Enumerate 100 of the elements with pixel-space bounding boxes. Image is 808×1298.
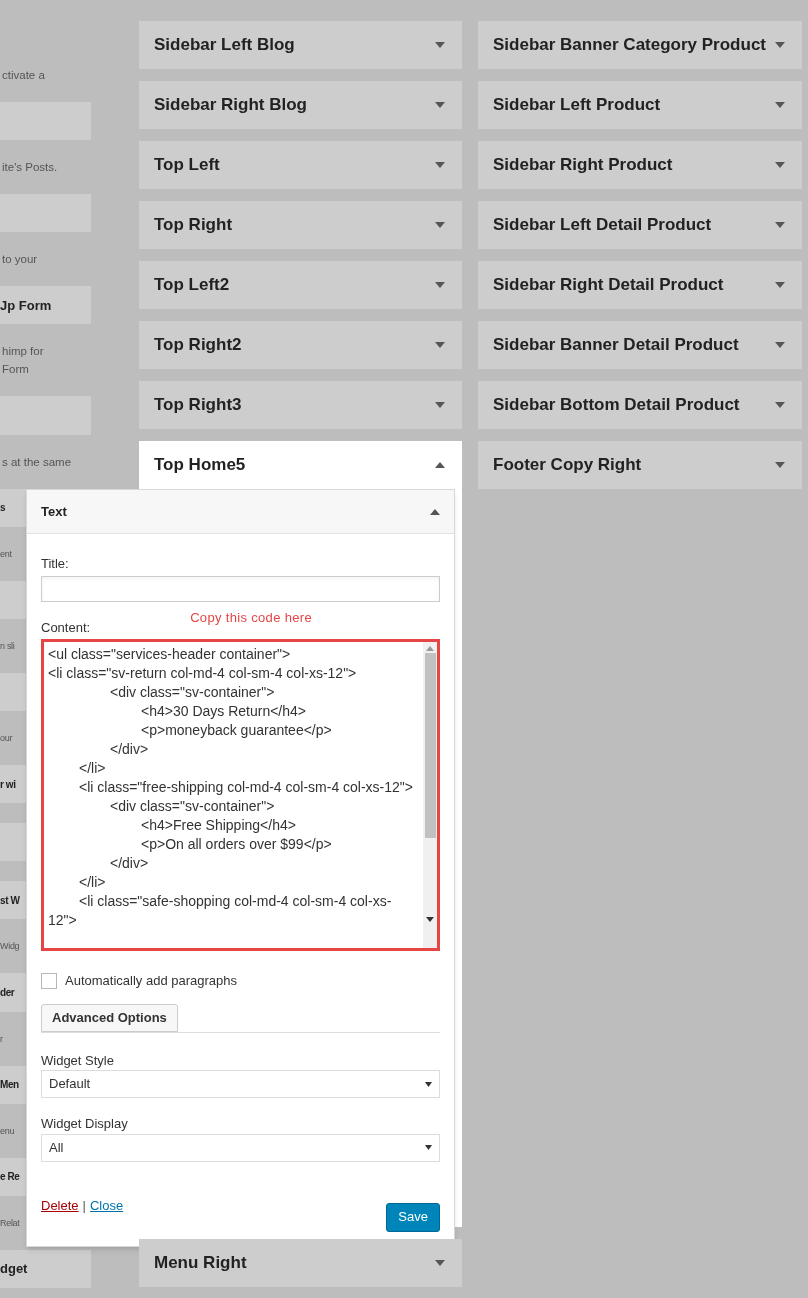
widget-area-title: Sidebar Banner Detail Product: [493, 334, 739, 357]
widget-tile[interactable]: Men: [0, 1065, 26, 1104]
widget-area-header[interactable]: Top Right: [139, 201, 462, 249]
advanced-options-button[interactable]: Advanced Options: [41, 1003, 178, 1032]
widget-area-title: Sidebar Left Blog: [154, 34, 295, 57]
caret-down-icon: [435, 282, 445, 288]
widget-area-header[interactable]: Sidebar Banner Detail Product: [478, 321, 802, 369]
caret-up-icon: [435, 462, 445, 468]
caret-down-icon: [435, 1260, 445, 1266]
widget-description: n sli: [0, 639, 16, 653]
widget-title: der: [0, 985, 15, 1000]
widget-area-header[interactable]: Sidebar Bottom Detail Product: [478, 381, 802, 429]
field-label: Title:: [41, 555, 70, 573]
caret-down-icon: [435, 342, 445, 348]
widget-tile[interactable]: [0, 580, 26, 619]
widget-title: s: [0, 501, 6, 516]
caret-down-icon: [775, 402, 785, 408]
widget-area-header[interactable]: Top Right3: [139, 381, 462, 429]
scroll-up-icon[interactable]: [426, 646, 434, 651]
close-link[interactable]: Close: [89, 1195, 124, 1215]
field-label: Widget Style: [41, 1051, 115, 1070]
widget-area-title: Footer Copy Right: [493, 454, 642, 477]
widget-area-header[interactable]: Sidebar Right Blog: [139, 81, 462, 129]
widget-description: ent: [0, 547, 13, 561]
widget-area-title: Sidebar Right Detail Product: [493, 274, 724, 297]
widget-tile[interactable]: e Re: [0, 1157, 26, 1196]
widget-area-header[interactable]: Top Left: [139, 141, 462, 189]
scroll-down-icon[interactable]: [426, 917, 434, 922]
widget-tile[interactable]: r wi: [0, 765, 26, 804]
widget-description: r: [0, 1032, 4, 1046]
widget-description: s at the same: [1, 454, 73, 470]
widget-title: Text: [41, 502, 67, 521]
caret-down-icon: [775, 42, 785, 48]
separator: |: [82, 1196, 86, 1215]
scrollbar[interactable]: [423, 642, 437, 948]
save-button[interactable]: Save: [386, 1202, 440, 1232]
widget-area-header[interactable]: Top Left2: [139, 261, 462, 309]
dropdown[interactable]: All: [41, 1133, 440, 1162]
widget-title: Jp Form: [0, 296, 52, 315]
caret-down-icon: [435, 402, 445, 408]
widget-area-header[interactable]: Top Right2: [139, 321, 462, 369]
widget-area-title: Sidebar Left Detail Product: [493, 214, 712, 237]
widget-area-title: Sidebar Right Product: [493, 154, 673, 177]
widget-area-header[interactable]: Menu Right: [139, 1239, 462, 1287]
field-label: Content:: [41, 618, 91, 637]
widget-description: our: [0, 732, 14, 745]
field-label: Widget Display: [41, 1115, 129, 1133]
widget-area-title: Sidebar Right Blog: [154, 94, 307, 117]
checkbox[interactable]: [41, 972, 57, 989]
widget-area-header[interactable]: Footer Copy Right: [478, 441, 802, 489]
widget-description: to your: [1, 252, 39, 268]
caret-down-icon: [775, 102, 785, 108]
caret-down-icon: [775, 342, 785, 348]
widget-area-header[interactable]: Top Home5: [139, 441, 462, 489]
dropdown[interactable]: Default: [41, 1070, 440, 1098]
caret-down-icon: [435, 42, 445, 48]
widget-area-title: Sidebar Banner Category Product: [493, 34, 766, 57]
widget-tile[interactable]: [0, 823, 26, 862]
widget-title: Men: [0, 1078, 19, 1093]
widget-description: Relat: [0, 1216, 21, 1230]
widget-description: himp for Form: [1, 344, 45, 378]
widget-area-title: Top Home5: [154, 454, 246, 477]
widget-tile[interactable]: s: [0, 488, 26, 527]
widget-area-title: Menu Right: [154, 1252, 247, 1275]
widget-area-title: Sidebar Left Product: [493, 94, 661, 117]
caret-down-icon: [435, 162, 445, 168]
widget-area-header[interactable]: Sidebar Right Detail Product: [478, 261, 802, 309]
caret-down-icon: [435, 102, 445, 108]
delete-link[interactable]: Delete: [41, 1195, 79, 1215]
widget-area-header[interactable]: Sidebar Left Detail Product: [478, 201, 802, 249]
widget-tile[interactable]: [0, 672, 26, 711]
widget-area-title: Top Right: [154, 214, 233, 237]
widget-area-header[interactable]: Sidebar Right Product: [478, 141, 802, 189]
widget-title: e Re: [0, 1170, 20, 1185]
widget-area-header[interactable]: Sidebar Banner Category Product: [478, 21, 802, 69]
widget-tile[interactable]: st W: [0, 881, 26, 920]
widget-area-title: Sidebar Bottom Detail Product: [493, 394, 740, 417]
widget-tile[interactable]: der: [0, 973, 26, 1012]
widget-area-header[interactable]: Sidebar Left Blog: [139, 21, 462, 69]
content-text-area[interactable]: <ul class="services-header container"> <li class="sv-return col-md-4 col-sm-4 col-xs-12"> <div class="sv-container"> <h4>30 Days Return</h4> <p>moneyback guarantee</p> </div> </li> <li class="free-shipping col-md-4 col-sm-4 col-xs-12"> <div class="sv-container"> <h4>Free Shipping</h4> <p>On all orders over $99</p> </div> </li> <li class="safe-shopping col-md-4 col-sm-4 col-xs-12">: [41, 639, 440, 951]
caret-down-icon: [435, 222, 445, 228]
widget-area-title: Top Left: [154, 154, 220, 177]
title-input-field[interactable]: [41, 575, 440, 602]
widget-area-header[interactable]: Sidebar Left Product: [478, 81, 802, 129]
widget-tile[interactable]: dget: [0, 1249, 91, 1288]
caret-down-icon: [775, 222, 785, 228]
widget-title: st W: [0, 893, 20, 908]
caret-up-icon: [430, 508, 440, 515]
widget-title: r wi: [0, 777, 16, 792]
widget-area-title: Top Right2: [154, 334, 242, 357]
caret-down-icon: [775, 162, 785, 168]
annotation-text: Copy this code here: [190, 608, 312, 627]
widget-header[interactable]: Text: [27, 490, 454, 534]
widget-description: ctivate a: [1, 68, 46, 83]
widget-description: ite's Posts.: [1, 160, 59, 176]
caret-down-icon: [775, 462, 785, 468]
widget-area-title: Top Right3: [154, 394, 242, 417]
caret-down-icon: [425, 1145, 432, 1150]
widget-description: enu: [0, 1124, 16, 1138]
widget-tile[interactable]: Jp Form: [0, 286, 91, 325]
